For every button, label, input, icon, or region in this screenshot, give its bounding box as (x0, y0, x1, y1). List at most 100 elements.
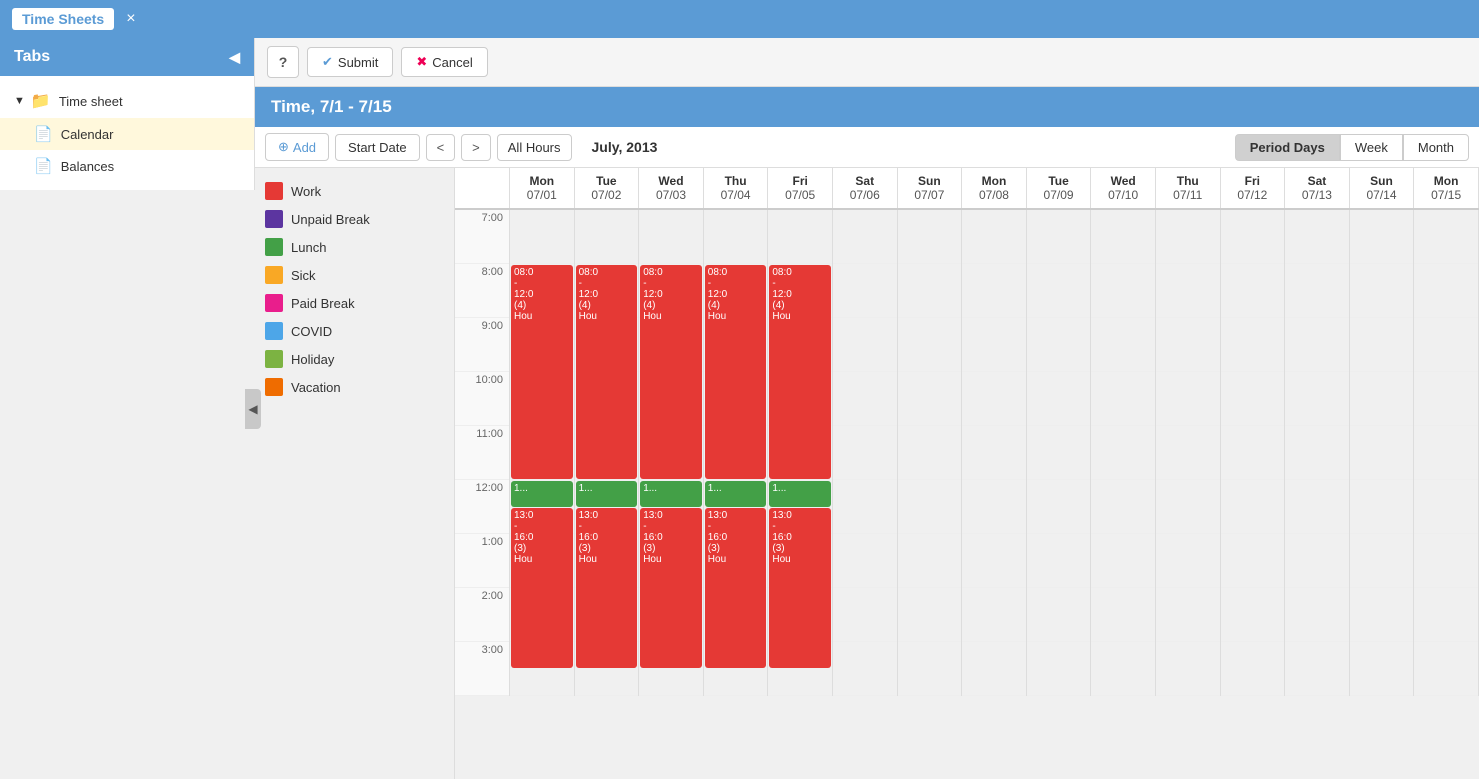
event-lunch-1[interactable]: 1... (576, 481, 638, 507)
day-cell-13-1[interactable] (1350, 264, 1414, 318)
day-cell-6-0[interactable] (898, 210, 962, 264)
hours-filter[interactable]: All Hours (497, 134, 572, 161)
day-col-9[interactable] (1091, 210, 1156, 696)
event-morning-3[interactable]: 08:0-12:0(4)Hou (705, 265, 767, 479)
day-cell-7-0[interactable] (962, 210, 1026, 264)
day-cell-9-5[interactable] (1091, 480, 1155, 534)
day-cell-14-6[interactable] (1414, 534, 1478, 588)
day-cell-10-3[interactable] (1156, 372, 1220, 426)
day-cell-12-0[interactable] (1285, 210, 1349, 264)
day-cell-6-6[interactable] (898, 534, 962, 588)
day-col-10[interactable] (1156, 210, 1221, 696)
event-morning-4[interactable]: 08:0-12:0(4)Hou (769, 265, 831, 479)
day-cell-7-4[interactable] (962, 426, 1026, 480)
day-cell-7-6[interactable] (962, 534, 1026, 588)
day-col-3[interactable]: 08:0-12:0(4)Hou1...13:0-16:0(3)Hou (704, 210, 769, 696)
event-afternoon-3[interactable]: 13:0-16:0(3)Hou (705, 508, 767, 668)
sidebar-section-timesheet[interactable]: ▼ 📁 Time sheet (0, 84, 254, 118)
event-lunch-0[interactable]: 1... (511, 481, 573, 507)
day-cell-7-7[interactable] (962, 588, 1026, 642)
day-cell-11-7[interactable] (1221, 588, 1285, 642)
day-cell-7-5[interactable] (962, 480, 1026, 534)
day-cell-11-0[interactable] (1221, 210, 1285, 264)
day-cell-9-1[interactable] (1091, 264, 1155, 318)
day-cell-5-0[interactable] (833, 210, 897, 264)
day-cell-11-4[interactable] (1221, 426, 1285, 480)
day-cell-6-4[interactable] (898, 426, 962, 480)
day-cell-9-7[interactable] (1091, 588, 1155, 642)
event-morning-1[interactable]: 08:0-12:0(4)Hou (576, 265, 638, 479)
day-cell-5-1[interactable] (833, 264, 897, 318)
event-lunch-2[interactable]: 1... (640, 481, 702, 507)
day-cell-2-0[interactable] (639, 210, 703, 264)
day-cell-10-6[interactable] (1156, 534, 1220, 588)
day-cell-10-1[interactable] (1156, 264, 1220, 318)
day-cell-10-7[interactable] (1156, 588, 1220, 642)
event-afternoon-1[interactable]: 13:0-16:0(3)Hou (576, 508, 638, 668)
event-afternoon-2[interactable]: 13:0-16:0(3)Hou (640, 508, 702, 668)
day-cell-12-3[interactable] (1285, 372, 1349, 426)
day-cell-1-0[interactable] (575, 210, 639, 264)
day-col-14[interactable] (1414, 210, 1479, 696)
day-col-11[interactable] (1221, 210, 1286, 696)
day-cell-9-4[interactable] (1091, 426, 1155, 480)
day-cell-6-8[interactable] (898, 642, 962, 696)
day-cell-10-5[interactable] (1156, 480, 1220, 534)
day-cell-8-2[interactable] (1027, 318, 1091, 372)
sidebar-item-balances[interactable]: 📄 Balances (0, 150, 254, 182)
day-cell-11-8[interactable] (1221, 642, 1285, 696)
day-cell-7-3[interactable] (962, 372, 1026, 426)
day-col-12[interactable] (1285, 210, 1350, 696)
day-cell-14-2[interactable] (1414, 318, 1478, 372)
day-cell-6-7[interactable] (898, 588, 962, 642)
day-cell-8-8[interactable] (1027, 642, 1091, 696)
day-cell-7-1[interactable] (962, 264, 1026, 318)
day-cell-9-8[interactable] (1091, 642, 1155, 696)
event-afternoon-0[interactable]: 13:0-16:0(3)Hou (511, 508, 573, 668)
day-cell-8-7[interactable] (1027, 588, 1091, 642)
event-morning-0[interactable]: 08:0-12:0(4)Hou (511, 265, 573, 479)
event-morning-2[interactable]: 08:0-12:0(4)Hou (640, 265, 702, 479)
day-cell-13-2[interactable] (1350, 318, 1414, 372)
day-cell-13-6[interactable] (1350, 534, 1414, 588)
day-cell-9-6[interactable] (1091, 534, 1155, 588)
start-date-button[interactable]: Start Date (335, 134, 420, 161)
day-cell-8-4[interactable] (1027, 426, 1091, 480)
day-cell-12-5[interactable] (1285, 480, 1349, 534)
day-cell-0-0[interactable] (510, 210, 574, 264)
day-cell-10-8[interactable] (1156, 642, 1220, 696)
day-cell-12-8[interactable] (1285, 642, 1349, 696)
day-col-13[interactable] (1350, 210, 1415, 696)
day-cell-3-0[interactable] (704, 210, 768, 264)
day-col-1[interactable]: 08:0-12:0(4)Hou1...13:0-16:0(3)Hou (575, 210, 640, 696)
day-cell-5-2[interactable] (833, 318, 897, 372)
day-cell-11-1[interactable] (1221, 264, 1285, 318)
day-cell-11-3[interactable] (1221, 372, 1285, 426)
day-cell-12-6[interactable] (1285, 534, 1349, 588)
day-cell-5-4[interactable] (833, 426, 897, 480)
day-col-4[interactable]: 08:0-12:0(4)Hou1...13:0-16:0(3)Hou (768, 210, 833, 696)
day-cell-7-8[interactable] (962, 642, 1026, 696)
day-cell-13-8[interactable] (1350, 642, 1414, 696)
day-cell-6-5[interactable] (898, 480, 962, 534)
day-col-6[interactable] (898, 210, 963, 696)
day-cell-9-3[interactable] (1091, 372, 1155, 426)
close-icon[interactable]: × (126, 10, 135, 28)
day-col-2[interactable]: 08:0-12:0(4)Hou1...13:0-16:0(3)Hou (639, 210, 704, 696)
sidebar-item-calendar[interactable]: 📄 Calendar (0, 118, 254, 150)
day-cell-6-3[interactable] (898, 372, 962, 426)
day-cell-5-5[interactable] (833, 480, 897, 534)
day-cell-10-0[interactable] (1156, 210, 1220, 264)
day-cell-13-4[interactable] (1350, 426, 1414, 480)
add-button[interactable]: ⊕ Add (265, 133, 329, 161)
day-cell-5-8[interactable] (833, 642, 897, 696)
day-cell-12-4[interactable] (1285, 426, 1349, 480)
day-cell-5-7[interactable] (833, 588, 897, 642)
next-button[interactable]: > (461, 134, 491, 161)
day-cell-5-3[interactable] (833, 372, 897, 426)
day-cell-13-5[interactable] (1350, 480, 1414, 534)
day-cell-5-6[interactable] (833, 534, 897, 588)
cal-grid-wrapper[interactable]: Mon07/01 Tue07/02 Wed07/03 Thu07/04 Fri0… (455, 168, 1479, 779)
day-cell-14-0[interactable] (1414, 210, 1478, 264)
day-cell-10-2[interactable] (1156, 318, 1220, 372)
